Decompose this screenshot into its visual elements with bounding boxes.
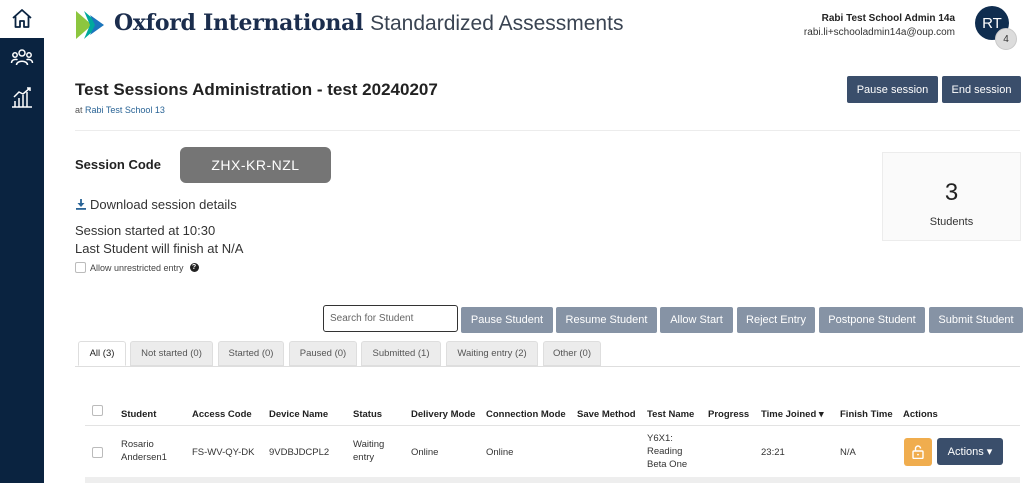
session-code-label: Session Code xyxy=(75,157,161,172)
column-connection-mode: Connection Mode xyxy=(486,409,566,420)
reject-entry-button[interactable]: Reject Entry xyxy=(737,307,815,333)
download-label: Download session details xyxy=(90,197,237,212)
session-started-text: Session started at 10:30 xyxy=(75,223,216,238)
column-test-name: Test Name xyxy=(647,409,695,420)
column-actions: Actions xyxy=(903,409,938,420)
table-next-row-strip xyxy=(85,477,1020,483)
cell-test-name: Y6X1: Reading Beta One xyxy=(647,433,688,470)
cell-status: Waiting entry xyxy=(353,439,385,463)
cell-time-joined: 23:21 xyxy=(761,447,785,458)
row-actions-dropdown[interactable]: Actions ▾ xyxy=(937,438,1003,465)
unrestricted-entry-checkbox[interactable] xyxy=(75,262,86,273)
school-link[interactable]: Rabi Test School 13 xyxy=(85,105,165,115)
avatar-badge: 4 xyxy=(995,28,1017,50)
cell-device-name: 9VDBJDCPL2 xyxy=(269,447,330,458)
students-count-card: 3 Students xyxy=(882,152,1021,241)
table-header-line xyxy=(85,425,1020,426)
home-icon[interactable] xyxy=(10,7,34,31)
tab-all[interactable]: All (3) xyxy=(78,341,126,366)
user-name: Rabi Test School Admin 14a xyxy=(821,13,955,24)
column-access-code: Access Code xyxy=(192,409,252,420)
brand-bold: Oxford International xyxy=(114,10,364,36)
submit-student-button[interactable]: Submit Student xyxy=(929,307,1023,333)
page-title: Test Sessions Administration - test 2024… xyxy=(75,80,438,99)
column-finish-time: Finish Time xyxy=(840,409,893,420)
column-progress: Progress xyxy=(708,409,750,420)
pause-student-button[interactable]: Pause Student xyxy=(461,307,553,333)
column-status: Status xyxy=(353,409,383,420)
tab-submitted[interactable]: Submitted (1) xyxy=(361,341,441,366)
help-icon[interactable]: ? xyxy=(189,263,199,272)
tab-waiting-entry[interactable]: Waiting entry (2) xyxy=(446,341,538,366)
end-session-button[interactable]: End session xyxy=(942,76,1021,103)
at-label: at xyxy=(75,105,83,115)
cell-delivery-mode: Online xyxy=(411,447,439,458)
column-device-name: Device Name xyxy=(269,409,329,420)
chart-icon[interactable] xyxy=(10,86,34,110)
oxford-logo-icon xyxy=(76,11,104,39)
group-icon[interactable] xyxy=(10,46,34,70)
allow-start-button[interactable]: Allow Start xyxy=(660,307,733,333)
cell-student: Rosario Andersen1 xyxy=(121,439,167,463)
select-all-checkbox[interactable] xyxy=(92,405,103,416)
header: Oxford International Standardized Assess… xyxy=(44,0,1024,52)
search-student-input[interactable] xyxy=(323,305,458,332)
brand-light: Standardized Assessments xyxy=(370,12,624,35)
tab-started[interactable]: Started (0) xyxy=(218,341,284,366)
students-count: 3 xyxy=(944,179,959,206)
column-time-joined-sort[interactable]: Time Joined ▾ xyxy=(761,409,824,420)
last-student-finish-text: Last Student will finish at N/A xyxy=(75,241,244,256)
cell-connection-mode: Online xyxy=(486,447,514,458)
column-save-method: Save Method xyxy=(577,409,636,420)
user-email: rabi.li+schooladmin14a@oup.com xyxy=(803,27,955,38)
unrestricted-entry-label: Allow unrestricted entry xyxy=(90,262,184,273)
tab-not-started[interactable]: Not started (0) xyxy=(130,341,213,366)
tab-paused[interactable]: Paused (0) xyxy=(289,341,357,366)
column-student: Student xyxy=(121,409,157,420)
unrestricted-entry-row: Allow unrestricted entry ? xyxy=(75,262,199,273)
sidebar xyxy=(0,0,44,483)
session-code: ZHX-KR-NZL xyxy=(180,147,331,183)
cell-finish-time: N/A xyxy=(840,447,856,458)
brand-title: Oxford International Standardized Assess… xyxy=(114,10,623,36)
download-icon xyxy=(76,199,86,210)
tabs-underline xyxy=(75,366,1020,367)
column-delivery-mode: Delivery Mode xyxy=(411,409,476,420)
download-session-link[interactable]: Download session details xyxy=(75,197,237,212)
cell-access-code: FS-WV-QY-DK xyxy=(192,447,255,458)
unlock-button[interactable] xyxy=(904,438,932,466)
divider xyxy=(75,130,1020,131)
row-checkbox[interactable] xyxy=(92,447,103,458)
students-label: Students xyxy=(929,216,974,228)
resume-student-button[interactable]: Resume Student xyxy=(556,307,657,333)
postpone-student-button[interactable]: Postpone Student xyxy=(819,307,925,333)
tab-other[interactable]: Other (0) xyxy=(543,341,601,366)
pause-session-button[interactable]: Pause session xyxy=(847,76,938,103)
unlock-icon xyxy=(912,445,924,459)
school-line: at Rabi Test School 13 xyxy=(75,105,165,115)
